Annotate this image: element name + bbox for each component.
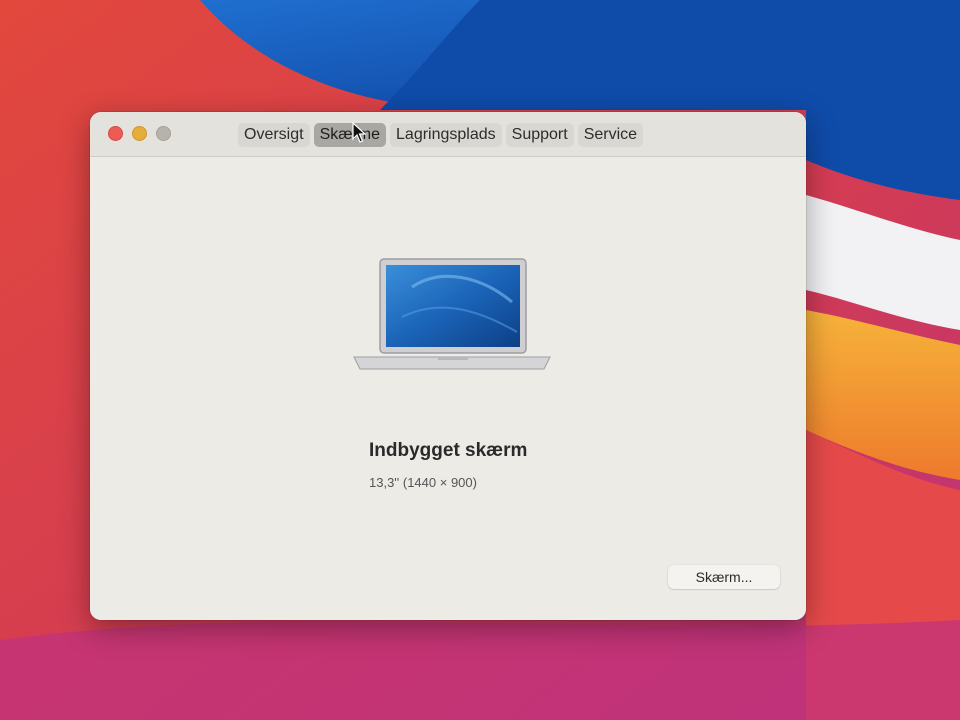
minimize-icon[interactable] [132,126,147,141]
cursor-icon [352,122,366,143]
tab-bar: Oversigt Skærme Lagringsplads Support Se… [238,122,644,148]
system-info-window: Oversigt Skærme Lagringsplads Support Se… [90,112,806,620]
close-icon[interactable] [108,126,123,141]
title-bar: Oversigt Skærme Lagringsplads Support Se… [90,112,806,157]
desktop: Oversigt Skærme Lagringsplads Support Se… [0,0,960,720]
display-name: Indbygget skærm [369,440,528,461]
display-spec: 13,3'' (1440 × 900) [369,475,477,490]
tab-support[interactable]: Support [505,123,574,147]
tab-service[interactable]: Service [577,123,644,147]
zoom-icon[interactable] [156,126,171,141]
laptop-icon [353,258,551,370]
tab-displays[interactable]: Skærme [313,123,387,147]
tab-overview[interactable]: Oversigt [238,123,310,147]
displays-pane: Indbygget skærm 13,3'' (1440 × 900) Skær… [90,157,806,620]
tab-storage[interactable]: Lagringsplads [390,123,502,147]
display-settings-button[interactable]: Skærm... [668,565,780,589]
